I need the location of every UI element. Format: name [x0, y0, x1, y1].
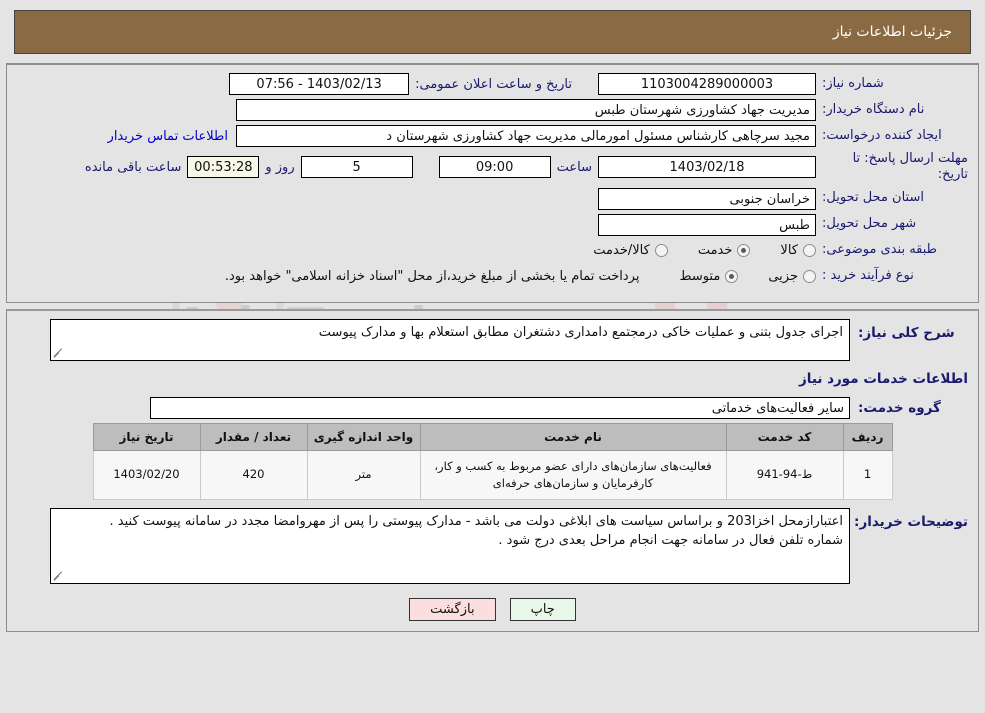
- days-and-label: روز و: [265, 159, 295, 175]
- general-description-label: شرح کلی نیاز:: [858, 324, 955, 341]
- row-creator: ایجاد کننده درخواست: مجید سرچاهی کارشناس…: [17, 125, 968, 147]
- category-option-kala-khedmat[interactable]: کالا/خدمت: [593, 243, 668, 258]
- row-service-group: گروه خدمت: سایر فعالیت‌های خدماتی: [17, 396, 968, 419]
- table-header-index: ردیف: [842, 422, 893, 451]
- hour-label: ساعت: [556, 159, 592, 175]
- category-option-kala[interactable]: کالا: [780, 243, 816, 258]
- radio-icon-kala[interactable]: [803, 244, 816, 257]
- radio-icon-khedmat[interactable]: [737, 244, 751, 257]
- radio-icon-jozi[interactable]: [803, 270, 816, 283]
- services-table: ردیف کد خدمت نام خدمت واحد اندازه گیری ت…: [92, 422, 893, 500]
- buyer-org-value[interactable]: مدیریت جهاد کشاورزی شهرستان طبس: [236, 99, 816, 121]
- table-header-quantity: تعداد / مقدار: [199, 422, 308, 451]
- service-group-label: گروه خدمت:: [858, 399, 941, 416]
- process-option-label-0: جزیی: [768, 269, 798, 284]
- buyer-org-label: نام دستگاه خریدار:: [822, 101, 925, 117]
- row-process-type: نوع فرآیند خرید : جزیی متوسط پرداخت تمام…: [17, 266, 968, 288]
- buyer-notes-value[interactable]: اعتبارازمحل اخزا203 و براساس سیاست های ا…: [50, 508, 850, 584]
- services-section-title: اطلاعات خدمات مورد نیاز: [798, 370, 968, 387]
- radio-icon-kala-khedmat[interactable]: [654, 244, 668, 257]
- page-title: جزئیات اطلاعات نیاز: [832, 24, 952, 40]
- days-remaining-value[interactable]: 5: [300, 156, 413, 179]
- page-header: جزئیات اطلاعات نیاز: [14, 10, 971, 54]
- cell-quantity: 420: [199, 449, 308, 500]
- general-description-value[interactable]: اجرای جدول بتنی و عملیات خاکی درمجتمع دا…: [50, 318, 850, 361]
- process-option-label-1: متوسط: [679, 269, 721, 284]
- remaining-suffix-label: ساعت باقی مانده: [84, 159, 182, 175]
- need-info-panel: شماره نیاز: 1103004289000003 تاریخ و ساع…: [6, 63, 979, 303]
- table-header-unit: واحد اندازه گیری: [306, 422, 421, 451]
- city-label: شهر محل تحویل:: [822, 216, 917, 232]
- service-group-value[interactable]: سایر فعالیت‌های خدماتی: [150, 396, 850, 419]
- page-root: جزئیات اطلاعات نیاز شماره نیاز: 11030042…: [0, 10, 985, 632]
- row-category: طبقه بندی موضوعی: کالا خدمت کالا/خدمت: [17, 240, 968, 262]
- services-panel: شرح کلی نیاز: اجرای جدول بتنی و عملیات خ…: [6, 308, 979, 632]
- process-radio-group: جزیی متوسط: [653, 269, 816, 284]
- need-number-value[interactable]: 1103004289000003: [598, 73, 816, 95]
- row-city: شهر محل تحویل: طبس: [17, 213, 968, 236]
- deadline-label-line2: تاریخ:: [937, 167, 968, 183]
- category-option-khedmat[interactable]: خدمت: [698, 243, 751, 258]
- row-province: استان محل تحویل: خراسان جنوبی: [17, 187, 968, 210]
- cell-code: ط-94-941: [725, 449, 844, 500]
- table-row: 1 ط-94-941 فعالیت‌های سازمان‌های دارای ع…: [92, 449, 893, 500]
- process-option-motevaset[interactable]: متوسط: [679, 269, 739, 284]
- resize-grip-icon-2[interactable]: [54, 571, 64, 581]
- footer-actions: چاپ بازگشت: [17, 598, 968, 621]
- category-label: طبقه بندی موضوعی:: [822, 242, 938, 258]
- process-label: نوع فرآیند خرید :: [822, 268, 914, 284]
- row-buyer-org: نام دستگاه خریدار: مدیریت جهاد کشاورزی ش…: [17, 99, 968, 121]
- deadline-time-value[interactable]: 09:00: [438, 156, 551, 179]
- row-need-number: شماره نیاز: 1103004289000003 تاریخ و ساع…: [17, 73, 968, 95]
- cell-need-date: 1403/02/20: [92, 449, 201, 500]
- resize-grip-icon[interactable]: [54, 348, 64, 358]
- cell-index: 1: [842, 449, 893, 500]
- table-header-code: کد خدمت: [725, 422, 844, 451]
- public-announce-value[interactable]: 1403/02/13 - 07:56: [229, 73, 410, 95]
- table-header-date: تاریخ نیاز: [92, 422, 201, 451]
- province-label: استان محل تحویل:: [822, 190, 924, 206]
- print-button[interactable]: چاپ: [509, 598, 576, 621]
- province-value[interactable]: خراسان جنوبی: [598, 187, 816, 210]
- city-value[interactable]: طبس: [598, 213, 816, 236]
- general-description-text: اجرای جدول بتنی و عملیات خاکی درمجتمع دا…: [318, 324, 843, 340]
- back-button[interactable]: بازگشت: [409, 598, 496, 621]
- cell-unit: متر: [306, 449, 421, 500]
- public-announce-label: تاریخ و ساعت اعلان عمومی:: [415, 76, 572, 92]
- process-note: پرداخت تمام یا بخشی از مبلغ خرید،از محل …: [224, 269, 640, 284]
- category-option-label-2: کالا/خدمت: [593, 243, 650, 258]
- table-header-name: نام خدمت: [419, 422, 727, 451]
- row-deadline: مهلت ارسال پاسخ: تا تاریخ: 1403/02/18 سا…: [17, 151, 968, 184]
- deadline-label-line1: مهلت ارسال پاسخ: تا: [852, 151, 968, 166]
- row-general-description: شرح کلی نیاز: اجرای جدول بتنی و عملیات خ…: [17, 318, 968, 361]
- creator-label: ایجاد کننده درخواست:: [822, 127, 942, 143]
- category-radio-group: کالا خدمت کالا/خدمت: [567, 243, 816, 258]
- row-buyer-notes: توضیحات خریدار: اعتبارازمحل اخزا203 و بر…: [17, 508, 968, 584]
- buyer-notes-text: اعتبارازمحل اخزا203 و براساس سیاست های ا…: [109, 514, 843, 548]
- process-option-jozi[interactable]: جزیی: [768, 269, 816, 284]
- category-option-label-0: کالا: [780, 243, 798, 258]
- services-table-wrapper: ردیف کد خدمت نام خدمت واحد اندازه گیری ت…: [92, 422, 893, 500]
- creator-value[interactable]: مجید سرچاهی کارشناس مسئول امورمالی مدیری…: [236, 125, 816, 147]
- buyer-notes-label: توضیحات خریدار:: [854, 514, 968, 530]
- deadline-date-value[interactable]: 1403/02/18: [598, 156, 816, 179]
- need-number-label: شماره نیاز:: [822, 75, 884, 91]
- radio-icon-motevaset[interactable]: [725, 270, 739, 283]
- category-option-label-1: خدمت: [697, 243, 733, 258]
- deadline-label: مهلت ارسال پاسخ: تا تاریخ:: [816, 151, 968, 184]
- countdown-timer: 00:53:28: [187, 156, 260, 179]
- buyer-contact-link[interactable]: اطلاعات تماس خریدار: [108, 129, 236, 144]
- table-header-row: ردیف کد خدمت نام خدمت واحد اندازه گیری ت…: [92, 422, 893, 451]
- cell-name: فعالیت‌های سازمان‌های دارای عضو مربوط به…: [419, 449, 727, 500]
